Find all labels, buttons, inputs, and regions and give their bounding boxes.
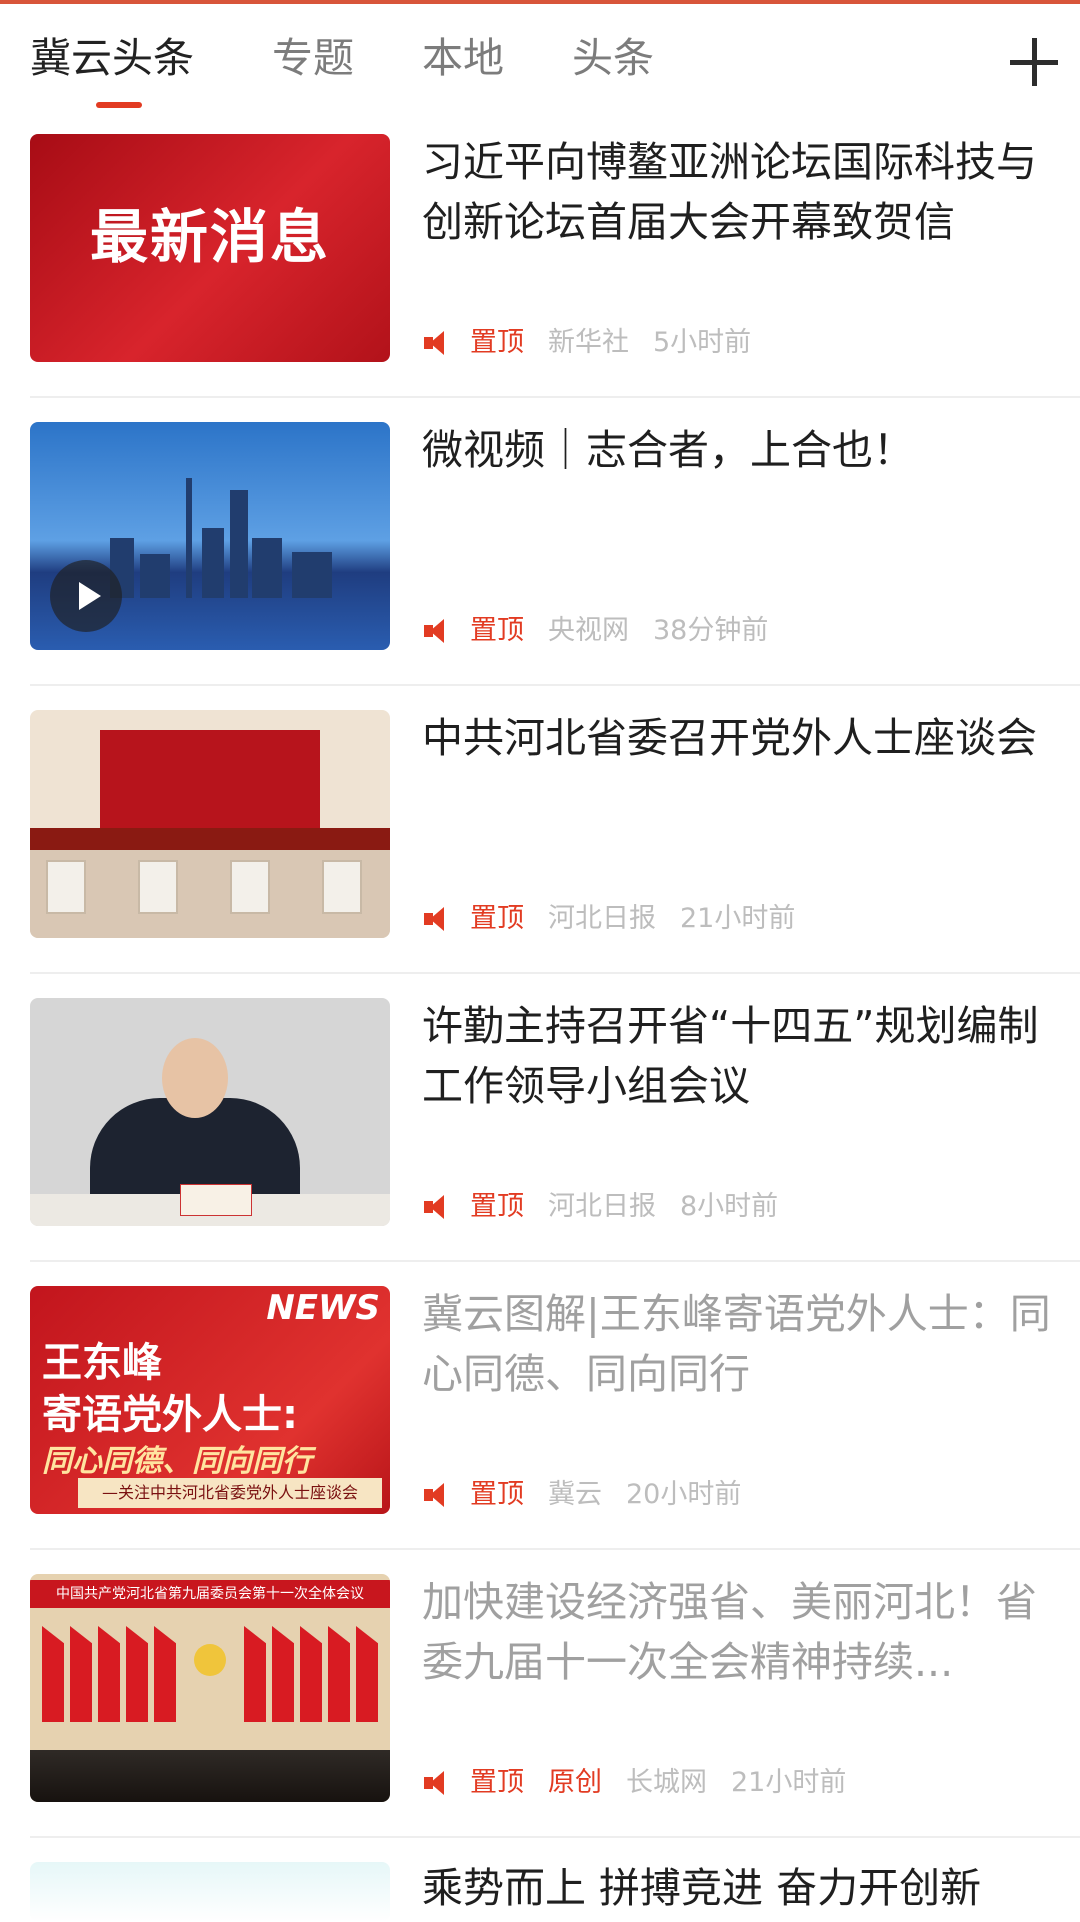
news-meta: 置顶 原创 长城网 21小时前 [422, 1762, 846, 1802]
active-tab-indicator [96, 102, 142, 108]
news-title: 中共河北省委召开党外人士座谈会 [422, 714, 1037, 762]
news-item[interactable]: 许勤主持召开省“十四五”规划编制工作领导小组会议 置顶 河北日报 8小时前 [0, 974, 1080, 1262]
pinned-label: 置顶 [470, 1766, 524, 1798]
speaker-icon[interactable] [422, 1481, 452, 1509]
news-item[interactable]: 微视频｜志合者，上合也！ 置顶 央视网 38分钟前 [0, 398, 1080, 686]
news-source: 冀云 [548, 1478, 602, 1510]
news-time: 21小时前 [731, 1766, 847, 1798]
pinned-label: 置顶 [470, 326, 524, 358]
tab-topics[interactable]: 专题 [272, 28, 354, 88]
news-item[interactable]: 乘势而上 拼搏竞进 奋力开创新 [0, 1838, 1080, 1922]
news-meta: 置顶 河北日报 8小时前 [422, 1186, 778, 1226]
speaker-icon[interactable] [422, 617, 452, 645]
news-time: 8小时前 [680, 1190, 779, 1222]
news-thumbnail: NEWS 王东峰 寄语党外人士: 同心同德、同向同行 —关注中共河北省委党外人士… [30, 1286, 390, 1514]
news-title: 冀云图解|王东峰寄语党外人士：同心同德、同向同行 [422, 1290, 1051, 1398]
pinned-label: 置顶 [470, 902, 524, 934]
news-meta: 置顶 河北日报 21小时前 [422, 898, 795, 938]
thumbnail-caption: 王东峰 [42, 1340, 162, 1386]
play-icon[interactable] [50, 560, 122, 632]
news-source: 新华社 [548, 326, 629, 358]
pinned-label: 置顶 [470, 1190, 524, 1222]
news-time: 21小时前 [680, 902, 796, 934]
news-title: 乘势而上 拼搏竞进 奋力开创新 [422, 1864, 982, 1912]
speaker-icon[interactable] [422, 905, 452, 933]
original-label: 原创 [548, 1766, 602, 1798]
thumbnail-news-logo: NEWS [266, 1288, 380, 1328]
news-thumbnail: 最新消息 [30, 134, 390, 362]
speaker-icon[interactable] [422, 1769, 452, 1797]
thumbnail-caption: 同心同德、同向同行 [42, 1444, 312, 1479]
news-time: 5小时前 [653, 326, 752, 358]
news-title: 微视频｜志合者，上合也！ [422, 426, 914, 474]
news-source: 河北日报 [548, 1190, 656, 1222]
news-source: 央视网 [548, 614, 629, 646]
news-thumbnail [30, 998, 390, 1226]
news-thumbnail: 中国共产党河北省第九届委员会第十一次全体会议 [30, 1574, 390, 1802]
thumbnail-caption-bar: —关注中共河北省委党外人士座谈会 [78, 1478, 382, 1508]
news-meta: 置顶 新华社 5小时前 [422, 322, 751, 362]
news-title: 许勤主持召开省“十四五”规划编制工作领导小组会议 [422, 1002, 1039, 1110]
news-source: 河北日报 [548, 902, 656, 934]
channel-tab-bar: 冀云头条 专题 本地 头条 [0, 4, 1080, 110]
speaker-icon[interactable] [422, 1193, 452, 1221]
news-item[interactable]: NEWS 王东峰 寄语党外人士: 同心同德、同向同行 —关注中共河北省委党外人士… [0, 1262, 1080, 1550]
news-item[interactable]: 最新消息 习近平向博鳌亚洲论坛国际科技与创新论坛首届大会开幕致贺信 置顶 新华社 5… [0, 110, 1080, 398]
thumbnail-banner: 中国共产党河北省第九届委员会第十一次全体会议 [30, 1580, 390, 1608]
tab-local[interactable]: 本地 [422, 28, 504, 88]
news-thumbnail [30, 710, 390, 938]
news-title: 习近平向博鳌亚洲论坛国际科技与创新论坛首届大会开幕致贺信 [422, 138, 1037, 246]
pinned-label: 置顶 [470, 1478, 524, 1510]
news-time: 20小时前 [626, 1478, 742, 1510]
news-thumbnail [30, 422, 390, 650]
emblem-icon [194, 1644, 226, 1676]
news-time: 38分钟前 [653, 614, 769, 646]
thumbnail-caption: 寄语党外人士: [42, 1392, 298, 1438]
tab-jiyun-headlines[interactable]: 冀云头条 [30, 28, 194, 88]
news-item[interactable]: 中共河北省委召开党外人士座谈会 置顶 河北日报 21小时前 [0, 686, 1080, 974]
news-source: 长城网 [626, 1766, 707, 1798]
news-meta: 置顶 冀云 20小时前 [422, 1474, 741, 1514]
news-item[interactable]: 中国共产党河北省第九届委员会第十一次全体会议 加快建设经济强省、美丽河北！省委九… [0, 1550, 1080, 1838]
news-thumbnail [30, 1862, 390, 1922]
news-meta: 置顶 央视网 38分钟前 [422, 610, 768, 650]
pinned-label: 置顶 [470, 614, 524, 646]
news-title: 加快建设经济强省、美丽河北！省委九届十一次全会精神持续... [422, 1578, 1037, 1686]
thumbnail-caption: 最新消息 [89, 203, 330, 271]
tab-headlines[interactable]: 头条 [572, 28, 654, 88]
plus-icon[interactable] [1004, 32, 1064, 92]
speaker-icon[interactable] [422, 329, 452, 357]
